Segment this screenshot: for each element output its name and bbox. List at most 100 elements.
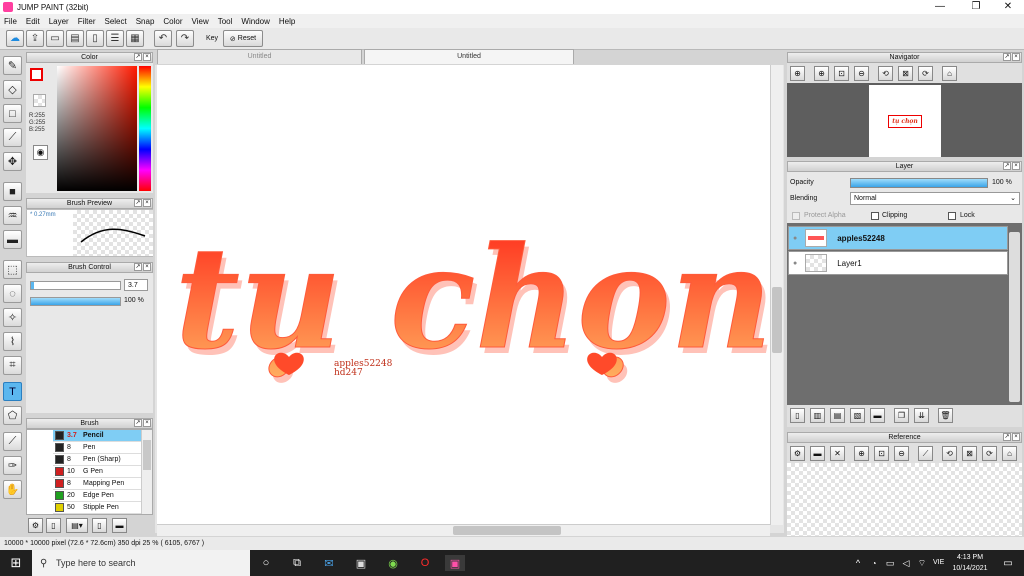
cloud-icon[interactable]: ☁ — [6, 30, 24, 47]
rotate-icon[interactable]: ⟳ — [918, 66, 933, 81]
brush-tool-icon[interactable]: ✎ — [3, 56, 22, 75]
list-icon[interactable]: ☰ — [106, 30, 124, 47]
brush-item[interactable]: 8 Pen — [53, 442, 152, 454]
transparent-swatch[interactable] — [33, 94, 46, 107]
network-icon[interactable]: ◔ — [866, 555, 882, 571]
layer-row-layer1[interactable]: ● Layer1 — [788, 251, 1008, 275]
fill-rect-tool-icon[interactable]: ■ — [3, 182, 22, 201]
merge-down-icon[interactable]: ⇊ — [914, 408, 929, 423]
brush-doc-icon[interactable]: ▯ — [92, 518, 107, 533]
brush-settings-icon[interactable]: ⚙ — [28, 518, 43, 533]
reference-settings-icon[interactable]: ⌂ — [1002, 446, 1017, 461]
wifi-icon[interactable]: ⌔ — [914, 555, 930, 571]
reference-fit-window-icon[interactable]: ⊠ — [962, 446, 977, 461]
clock[interactable]: 4:13 PM 10/14/2021 — [952, 552, 988, 574]
reference-open-icon[interactable]: ▬ — [810, 446, 825, 461]
saturation-value-picker[interactable] — [57, 66, 137, 191]
brush-folder-icon[interactable]: ▬ — [112, 518, 127, 533]
new-layer-icon[interactable]: ▯ — [790, 408, 805, 423]
select-pen-icon[interactable]: ⌇ — [3, 332, 22, 351]
close-icon[interactable]: × — [143, 419, 151, 427]
battery-icon[interactable]: ▭ — [882, 555, 898, 571]
close-icon[interactable]: ✕ — [992, 0, 1024, 14]
document-icon[interactable]: ▯ — [86, 30, 104, 47]
cortana-icon[interactable]: ○ — [258, 555, 274, 571]
brush-size-slider[interactable] — [30, 281, 121, 290]
menu-color[interactable]: Color — [163, 17, 182, 26]
shape-tool-icon[interactable]: ⬠ — [3, 406, 22, 425]
restore-icon[interactable]: ❐ — [960, 0, 992, 14]
popout-icon[interactable]: ↗ — [134, 199, 142, 207]
fit-window-icon[interactable]: ⊠ — [898, 66, 913, 81]
menu-select[interactable]: Select — [104, 17, 126, 26]
popout-icon[interactable]: ↗ — [134, 53, 142, 61]
menu-window[interactable]: Window — [241, 17, 269, 26]
menu-help[interactable]: Help — [279, 17, 295, 26]
brush-item[interactable]: 50 Stipple Pen — [53, 502, 152, 514]
brush-item[interactable]: 8 Mapping Pen — [53, 478, 152, 490]
menu-tool[interactable]: Tool — [218, 17, 233, 26]
close-icon[interactable]: × — [1012, 53, 1020, 61]
taskbar-search[interactable]: ⚲ Type here to search — [32, 550, 250, 576]
blending-select[interactable]: Normal ⌄ — [850, 192, 1020, 205]
reset-button[interactable]: ⊘ Reset — [223, 30, 263, 47]
actual-size-icon[interactable]: ⊡ — [834, 66, 849, 81]
canvas-vertical-scrollbar[interactable] — [770, 65, 783, 525]
hand-tool-icon[interactable]: ✋ — [3, 480, 22, 499]
store-icon[interactable]: ▣ — [353, 555, 369, 571]
zoom-out-icon[interactable]: ⊖ — [854, 66, 869, 81]
menu-snap[interactable]: Snap — [136, 17, 155, 26]
menu-edit[interactable]: Edit — [26, 17, 40, 26]
close-icon[interactable]: × — [143, 199, 151, 207]
navigator-settings-icon[interactable]: ⌂ — [942, 66, 957, 81]
volume-icon[interactable]: ◁ — [898, 555, 914, 571]
brush-copy-icon[interactable]: ▤▾ — [66, 518, 88, 533]
redo-icon[interactable]: ↷ — [176, 30, 194, 47]
jump-paint-taskbar-icon[interactable]: ▣ — [445, 555, 465, 571]
rectangle-tool-icon[interactable]: □ — [3, 104, 22, 123]
gradient-tool-icon[interactable]: ▬ — [3, 230, 22, 249]
grid-icon[interactable]: ▦ — [126, 30, 144, 47]
close-icon[interactable]: × — [143, 53, 151, 61]
line-tool-icon[interactable]: ⟋ — [3, 128, 22, 147]
text-tool-icon[interactable]: T — [3, 382, 22, 401]
foreground-color-swatch[interactable] — [30, 68, 43, 81]
zoom-in-icon[interactable]: ⊕ — [814, 66, 829, 81]
brush-item[interactable]: 8 Pen (Sharp) — [53, 454, 152, 466]
select-rect-icon[interactable]: ⬚ — [3, 260, 22, 279]
mail-icon[interactable]: ✉ — [321, 555, 337, 571]
tab-untitled-1[interactable]: Untitled — [157, 49, 362, 64]
minimize-icon[interactable]: — — [924, 0, 956, 14]
eraser-tool-icon[interactable]: ◇ — [3, 80, 22, 99]
reference-eyedropper-icon[interactable]: ⟋ — [918, 446, 933, 461]
layer-row-apples52248[interactable]: ● apples52248 — [788, 226, 1008, 250]
menu-file[interactable]: File — [4, 17, 17, 26]
task-view-icon[interactable]: ⧉ — [289, 555, 305, 571]
move-tool-icon[interactable]: ✥ — [3, 152, 22, 171]
layer-list-scrollbar[interactable] — [1009, 232, 1020, 402]
brush-list-scroll-thumb[interactable] — [143, 440, 151, 470]
brush-item[interactable]: 10 G Pen — [53, 466, 152, 478]
popout-icon[interactable]: ↗ — [134, 263, 142, 271]
visibility-icon[interactable]: ● — [793, 235, 797, 242]
reference-zoom-in-icon[interactable]: ⊕ — [854, 446, 869, 461]
popout-icon[interactable]: ↗ — [1003, 433, 1011, 441]
brush-opacity-slider[interactable] — [30, 297, 121, 306]
pen-tool-icon[interactable]: ✑ — [3, 456, 22, 475]
undo-icon[interactable]: ↶ — [154, 30, 172, 47]
visibility-icon[interactable]: ● — [793, 260, 797, 267]
brush-item[interactable]: 20 Edge Pen — [53, 490, 152, 502]
reference-fit-icon[interactable]: ⊡ — [874, 446, 889, 461]
reference-rotate-icon[interactable]: ⟳ — [982, 446, 997, 461]
vertical-scroll-thumb[interactable] — [772, 287, 782, 353]
lasso-icon[interactable]: ◌ — [3, 284, 22, 303]
new-brush-icon[interactable]: ▯ — [46, 518, 61, 533]
menu-view[interactable]: View — [192, 17, 209, 26]
navigator-thumbnail[interactable]: tụ chọn — [869, 85, 941, 157]
reference-canvas[interactable] — [787, 463, 1022, 536]
reference-gear-icon[interactable]: ⚙ — [790, 446, 805, 461]
menu-filter[interactable]: Filter — [78, 17, 96, 26]
brush-list-scrollbar[interactable] — [141, 430, 152, 514]
hue-slider[interactable] — [139, 66, 151, 191]
delete-layer-icon[interactable]: 🗑 — [938, 408, 953, 423]
